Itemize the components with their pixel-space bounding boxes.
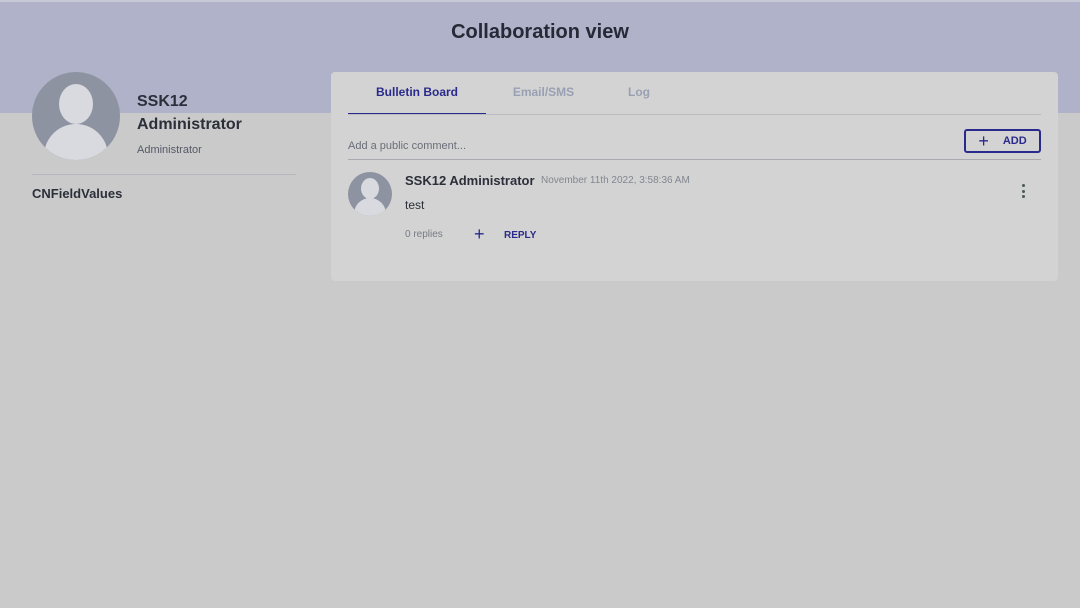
add-comment-button[interactable]: + ADD: [964, 129, 1041, 153]
kebab-dot: [1021, 189, 1025, 193]
tab-log[interactable]: Log: [601, 72, 677, 115]
comment-text: test: [405, 198, 425, 212]
more-vertical-icon[interactable]: [1019, 184, 1027, 198]
user-silhouette-icon: [59, 84, 93, 124]
tab-bulletin-board[interactable]: Bulletin Board: [348, 72, 486, 115]
comment-input[interactable]: [348, 135, 958, 157]
kebab-dot: [1021, 195, 1025, 198]
profile-role: Administrator: [137, 144, 202, 156]
sidebar-item-cnfieldvalues[interactable]: CNFieldValues: [32, 186, 122, 201]
comment-author: SSK12 Administrator: [405, 173, 535, 188]
profile-name-line: SSK12: [137, 93, 188, 110]
reply-button[interactable]: REPLY: [504, 230, 536, 241]
tab-email-sms[interactable]: Email/SMS: [486, 72, 601, 115]
user-silhouette-icon: [361, 178, 379, 199]
kebab-dot: [1021, 184, 1025, 187]
comment-input-underline: [348, 159, 1041, 160]
profile-name-line: Administrator: [137, 116, 242, 133]
collaboration-card: Bulletin Board Email/SMS Log + ADD SSK12…: [331, 72, 1058, 281]
plus-icon[interactable]: +: [474, 224, 485, 245]
replies-count: 0 replies: [405, 229, 443, 240]
comment-avatar: [348, 172, 392, 216]
comment-timestamp: November 11th 2022, 3:58:36 AM: [541, 175, 690, 186]
tab-bar: Bulletin Board Email/SMS Log: [348, 72, 677, 115]
profile-divider: [32, 174, 296, 175]
add-button-label: ADD: [1002, 135, 1027, 147]
profile-avatar: [32, 72, 120, 160]
profile-name: SSK12 Administrator: [137, 90, 242, 136]
page-title: Collaboration view: [451, 21, 629, 43]
user-silhouette-body: [354, 198, 386, 216]
plus-icon: +: [978, 131, 989, 151]
user-silhouette-body: [44, 124, 108, 160]
tabs-divider: [348, 114, 1041, 115]
